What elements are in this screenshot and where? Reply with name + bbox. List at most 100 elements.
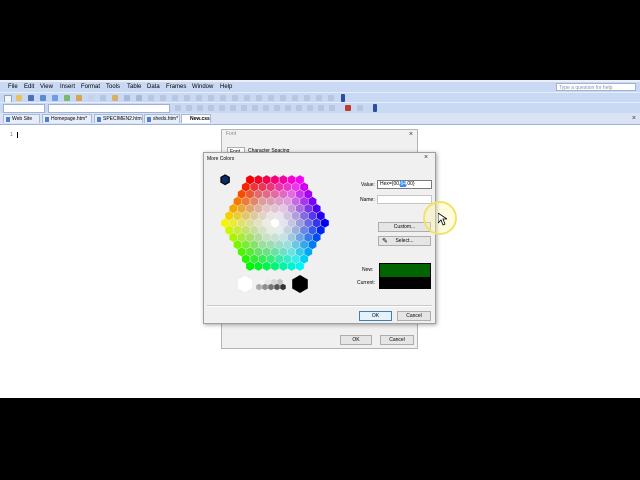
- font-cancel-button[interactable]: Cancel: [380, 335, 414, 345]
- close-document-icon[interactable]: ×: [632, 114, 636, 123]
- cancel-button[interactable]: Cancel: [397, 311, 431, 321]
- menu-view[interactable]: View: [40, 83, 53, 91]
- help-icon[interactable]: [268, 95, 274, 101]
- grayscale-swatches[interactable]: [232, 272, 317, 296]
- font-ok-button[interactable]: OK: [340, 335, 372, 345]
- hex-value-input[interactable]: Hex={00,64,00}: [377, 180, 432, 189]
- menu-tools[interactable]: Tools: [106, 83, 120, 91]
- spelling-icon[interactable]: [76, 95, 82, 101]
- insert-layer-icon[interactable]: [172, 95, 178, 101]
- gray-swatch[interactable]: [273, 283, 281, 291]
- drawing-icon[interactable]: [196, 95, 202, 101]
- value-prefix: Hex={00,: [380, 181, 401, 187]
- menu-file[interactable]: File: [8, 83, 18, 91]
- ok-button[interactable]: OK: [359, 311, 392, 321]
- name-label: Name:: [360, 197, 375, 203]
- frames-icon[interactable]: [329, 105, 335, 111]
- menu-table[interactable]: Table: [127, 83, 141, 91]
- highlight-icon[interactable]: [307, 105, 313, 111]
- preview-icon[interactable]: [64, 95, 70, 101]
- bullets-icon[interactable]: [263, 105, 269, 111]
- undo-icon[interactable]: [124, 95, 130, 101]
- insert-picture-icon[interactable]: [184, 95, 190, 101]
- menu-format[interactable]: Format: [81, 83, 100, 91]
- tab-label: Web Site: [12, 116, 33, 122]
- save-icon[interactable]: [28, 95, 34, 101]
- document-tabs: Web Site Homepage.htm* SPECIMEN2.htm she…: [0, 113, 640, 125]
- open-folder-icon[interactable]: [16, 95, 22, 101]
- help-search-input[interactable]: Type a question for help: [556, 83, 636, 91]
- web-component-icon[interactable]: [148, 95, 154, 101]
- tab-sheds[interactable]: sheds.htm*: [144, 114, 180, 123]
- white-swatch[interactable]: [236, 274, 254, 294]
- tab-homepage[interactable]: Homepage.htm*: [42, 114, 92, 123]
- menu-window[interactable]: Window: [192, 83, 213, 91]
- font-dialog-title: Font: [226, 131, 237, 137]
- align-left-icon[interactable]: [208, 105, 214, 111]
- font-color-icon[interactable]: [345, 105, 351, 111]
- align-right-icon[interactable]: [230, 105, 236, 111]
- menu-insert[interactable]: Insert: [60, 83, 75, 91]
- current-color-swatch: [380, 277, 430, 289]
- menu-edit[interactable]: Edit: [24, 83, 34, 91]
- cut-icon[interactable]: [88, 95, 94, 101]
- gray-swatch[interactable]: [261, 283, 269, 291]
- gray-swatch[interactable]: [279, 283, 287, 291]
- value-suffix: ,00}: [406, 181, 415, 187]
- bold-icon[interactable]: [175, 105, 181, 111]
- gray-swatch[interactable]: [267, 283, 275, 291]
- formatting-overflow-icon[interactable]: [373, 104, 377, 112]
- increase-indent-icon[interactable]: [285, 105, 291, 111]
- italic-icon[interactable]: [186, 105, 192, 111]
- numbering-icon[interactable]: [252, 105, 258, 111]
- decrease-indent-icon[interactable]: [274, 105, 280, 111]
- mouse-pointer-icon: [438, 213, 447, 226]
- page-icon: [147, 117, 151, 122]
- show-all-icon[interactable]: [256, 95, 262, 101]
- table-icon[interactable]: [318, 105, 324, 111]
- tab-web-site[interactable]: Web Site: [3, 114, 40, 123]
- toolbar-options-icon-5[interactable]: [328, 95, 334, 101]
- tab-new-css[interactable]: New.css: [181, 114, 211, 123]
- toolbar-options-icon-2[interactable]: [292, 95, 298, 101]
- tab-label: sheds.htm*: [153, 116, 179, 122]
- close-icon[interactable]: ×: [424, 154, 428, 162]
- current-label: Current:: [357, 280, 376, 286]
- value-label: Value:: [361, 182, 375, 188]
- toolbar-options-icon-4[interactable]: [316, 95, 322, 101]
- black-swatch[interactable]: [292, 275, 308, 293]
- insert-table-icon[interactable]: [160, 95, 166, 101]
- menu-bar: File Edit View Insert Format Tools Table…: [0, 82, 640, 92]
- tab-specimen2[interactable]: SPECIMEN2.htm: [94, 114, 143, 123]
- redo-icon[interactable]: [136, 95, 142, 101]
- color-name-input[interactable]: [377, 195, 432, 204]
- hyperlink-icon[interactable]: [208, 95, 214, 101]
- toolbar-overflow-icon[interactable]: [341, 94, 345, 102]
- menu-frames[interactable]: Frames: [166, 83, 186, 91]
- refresh-icon[interactable]: [220, 95, 226, 101]
- style-dropdown[interactable]: [3, 104, 45, 113]
- borders-icon[interactable]: [296, 105, 302, 111]
- font-color-dropdown-icon[interactable]: [357, 105, 363, 111]
- color-honeycomb[interactable]: [214, 172, 336, 274]
- select-button[interactable]: ✎ Select...: [378, 236, 431, 246]
- formatting-toolbar: [0, 102, 640, 113]
- copy-icon[interactable]: [100, 95, 106, 101]
- underline-icon[interactable]: [197, 105, 203, 111]
- toolbar-options-icon[interactable]: [280, 95, 286, 101]
- paste-icon[interactable]: [112, 95, 118, 101]
- font-dialog-close-icon[interactable]: ×: [409, 131, 413, 139]
- gray-swatch[interactable]: [255, 283, 263, 291]
- menu-data[interactable]: Data: [147, 83, 160, 91]
- selected-color-cell[interactable]: [220, 174, 230, 186]
- font-dropdown[interactable]: [48, 104, 170, 113]
- folder-list-icon[interactable]: [244, 95, 250, 101]
- stop-icon[interactable]: [232, 95, 238, 101]
- new-label: New:: [362, 267, 374, 273]
- toolbar-options-icon-3[interactable]: [304, 95, 310, 101]
- align-center-icon[interactable]: [219, 105, 225, 111]
- menu-help[interactable]: Help: [220, 83, 232, 91]
- print-icon[interactable]: [52, 95, 58, 101]
- justify-icon[interactable]: [241, 105, 247, 111]
- publish-icon[interactable]: [40, 95, 46, 101]
